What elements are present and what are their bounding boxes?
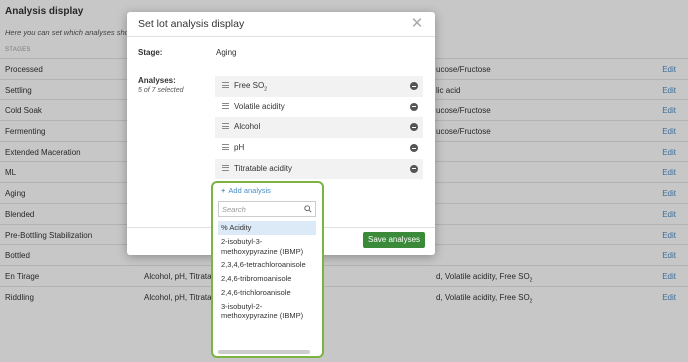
drag-handle-icon[interactable] — [222, 144, 229, 152]
search-input[interactable] — [219, 202, 299, 216]
option-item[interactable]: 2-isobutyl-3-methoxypyrazine (IBMP) — [218, 235, 316, 259]
option-item[interactable]: 2,4,6-trichloroanisole — [218, 286, 316, 300]
remove-icon[interactable] — [410, 102, 418, 111]
analysis-options-list: % Acidity 2-isobutyl-3-methoxypyrazine (… — [218, 221, 316, 323]
search-box — [218, 201, 316, 217]
remove-icon[interactable] — [410, 123, 418, 132]
stage-label: Stage: — [138, 48, 163, 57]
remove-icon[interactable] — [410, 164, 418, 173]
option-item[interactable]: % Acidity — [218, 221, 316, 235]
save-analyses-button[interactable]: Save analyses — [363, 232, 425, 248]
list-item[interactable]: Volatile acidity — [215, 96, 423, 118]
analysis-name: Volatile acidity — [234, 101, 285, 111]
list-item[interactable]: pH — [215, 138, 423, 159]
add-analysis-link[interactable]: + Add analysis — [221, 186, 271, 195]
selected-analyses-list: Free SO2 Volatile acidity Alcohol pH Tit… — [215, 76, 423, 180]
analyses-label: Analyses: — [138, 76, 176, 85]
close-icon[interactable]: ✕ — [409, 16, 425, 32]
analysis-name: Free SO2 — [234, 81, 268, 93]
modal-header: Set lot analysis display ✕ — [127, 12, 435, 37]
remove-icon[interactable] — [410, 82, 418, 90]
remove-icon[interactable] — [410, 144, 418, 153]
horizontal-scrollbar[interactable] — [218, 350, 310, 354]
list-item[interactable]: Titratable acidity — [215, 158, 423, 180]
add-analysis-dropdown: +Add analysis % Acidity 2-isobutyl-3-met… — [211, 181, 324, 358]
option-item[interactable]: 2,4,6-tribromoanisole — [218, 272, 316, 286]
plus-icon: + — [221, 186, 226, 195]
analysis-name: pH — [234, 143, 245, 153]
option-item[interactable]: 2,3,4,6-tetrachloroanisole — [218, 258, 316, 272]
drag-handle-icon[interactable] — [222, 102, 229, 111]
analysis-name: Titratable acidity — [234, 163, 292, 173]
search-icon — [304, 205, 312, 213]
stage-value: Aging — [216, 48, 237, 57]
list-item[interactable]: Alcohol — [215, 117, 423, 139]
drag-handle-icon[interactable] — [222, 164, 229, 173]
analysis-name: Alcohol — [234, 122, 261, 132]
modal-title: Set lot analysis display — [138, 18, 245, 30]
drag-handle-icon[interactable] — [222, 123, 229, 131]
drag-handle-icon[interactable] — [222, 82, 229, 90]
analyses-count: 5 of 7 selected — [138, 87, 184, 94]
list-item[interactable]: Free SO2 — [215, 76, 423, 97]
option-item[interactable]: 3-isobutyl-2-methoxypyrazine (IBMP) — [218, 300, 316, 324]
